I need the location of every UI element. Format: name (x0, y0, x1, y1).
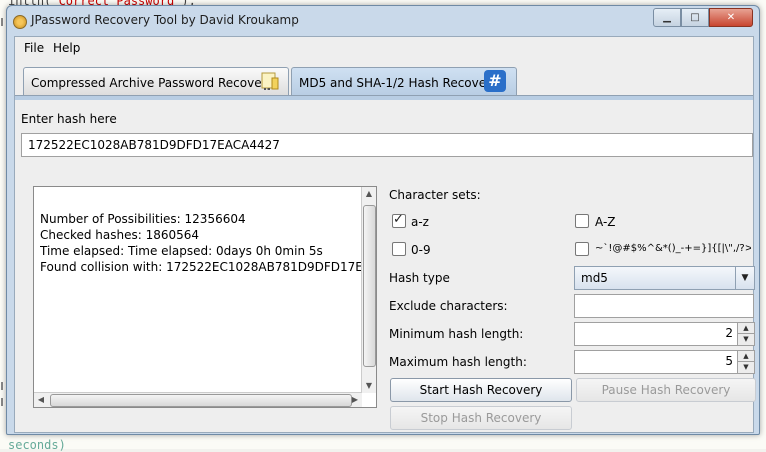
max-length-spinner[interactable]: 5 (574, 350, 738, 374)
background-code-bottom: seconds) (8, 438, 66, 452)
app-window: JPassword Recovery Tool by David Kroukam… (6, 5, 760, 435)
folder-icon (261, 72, 279, 90)
checkbox-digits[interactable] (392, 242, 406, 256)
min-length-spin-buttons[interactable]: ▲ ▼ (737, 322, 755, 346)
scroll-right-icon[interactable]: ▶ (348, 393, 362, 407)
menu-file[interactable]: File (24, 41, 44, 55)
scroll-up-icon[interactable]: ▲ (362, 187, 376, 201)
app-icon (13, 15, 27, 29)
title-bar[interactable]: JPassword Recovery Tool by David Kroukam… (7, 6, 759, 36)
hash-icon: # (484, 70, 506, 92)
checkbox-lowercase[interactable] (392, 212, 406, 228)
output-line: Found collision with: 172522EC1028AB781D… (40, 260, 362, 274)
horizontal-scrollbar[interactable]: ◀ ▶ (34, 392, 362, 407)
tab-content-border (15, 95, 753, 100)
hash-input[interactable] (21, 133, 753, 157)
checkbox-symbols-label: ~`!@#$%^&*()_-+=}]{[|\",/?>.<:; (595, 243, 751, 254)
tab-archive-recovery[interactable]: Compressed Archive Password Recovery (23, 67, 289, 96)
tab-label: Compressed Archive Password Recovery (31, 76, 274, 90)
output-text[interactable]: Number of Possibilities: 12356604 Checke… (40, 211, 362, 391)
hash-type-label: Hash type (389, 271, 450, 285)
spin-down-icon[interactable]: ▼ (738, 362, 754, 372)
spin-up-icon[interactable]: ▲ (738, 323, 754, 334)
maximize-button[interactable]: □ (681, 8, 709, 27)
tab-label: MD5 and SHA-1/2 Hash Recovery (299, 76, 499, 90)
hash-type-select[interactable]: md5 ▼ (574, 266, 755, 290)
menu-help[interactable]: Help (53, 41, 80, 55)
window-title: JPassword Recovery Tool by David Kroukam… (31, 13, 299, 27)
editor-gutter-mark (1, 382, 3, 390)
checkbox-uppercase-label: A-Z (595, 215, 616, 229)
horizontal-scroll-thumb[interactable] (50, 394, 352, 407)
scroll-down-icon[interactable]: ▼ (362, 379, 376, 393)
hash-type-value: md5 (581, 271, 608, 285)
min-length-spinner[interactable]: 2 (574, 322, 738, 346)
window-controls: ▁ □ ✕ (653, 8, 753, 27)
editor-gutter-mark (1, 398, 3, 406)
exclude-input[interactable] (574, 294, 754, 318)
checkbox-uppercase[interactable] (575, 214, 589, 228)
checkbox-lowercase-label: a-z (411, 215, 429, 229)
checkbox-symbols[interactable] (575, 242, 589, 256)
spin-up-icon[interactable]: ▲ (738, 351, 754, 362)
charsets-label: Character sets: (389, 188, 481, 202)
spin-down-icon[interactable]: ▼ (738, 334, 754, 344)
menu-bar: File Help (15, 37, 753, 59)
output-panel: Number of Possibilities: 12356604 Checke… (33, 186, 377, 408)
min-length-value: 2 (725, 326, 733, 340)
editor-gutter-mark (1, 18, 3, 26)
output-line: Checked hashes: 1860564 (40, 228, 200, 242)
minimize-button[interactable]: ▁ (653, 8, 681, 27)
hash-label: Enter hash here (21, 112, 117, 126)
client-area: File Help Compressed Archive Password Re… (14, 36, 756, 433)
close-button[interactable]: ✕ (709, 8, 753, 27)
start-hash-recovery-button[interactable]: Start Hash Recovery (390, 378, 572, 402)
vertical-scroll-thumb[interactable] (363, 205, 376, 367)
min-length-label: Minimum hash length: (389, 327, 524, 341)
vertical-scrollbar[interactable]: ▲ ▼ (361, 187, 376, 393)
max-length-value: 5 (725, 354, 733, 368)
output-line: Time elapsed: Time elapsed: 0days 0h 0mi… (40, 244, 323, 258)
stop-hash-recovery-button[interactable]: Stop Hash Recovery (390, 406, 572, 430)
scroll-left-icon[interactable]: ◀ (34, 393, 48, 407)
chevron-down-icon: ▼ (735, 267, 754, 289)
pause-hash-recovery-button[interactable]: Pause Hash Recovery (576, 378, 756, 402)
tab-hash-recovery[interactable]: MD5 and SHA-1/2 Hash Recovery # (291, 67, 517, 96)
checkbox-digits-label: 0-9 (411, 243, 431, 257)
output-line: Number of Possibilities: 12356604 (40, 212, 246, 226)
exclude-label: Exclude characters: (389, 299, 508, 313)
max-length-label: Maximum hash length: (389, 355, 527, 369)
max-length-spin-buttons[interactable]: ▲ ▼ (737, 350, 755, 374)
